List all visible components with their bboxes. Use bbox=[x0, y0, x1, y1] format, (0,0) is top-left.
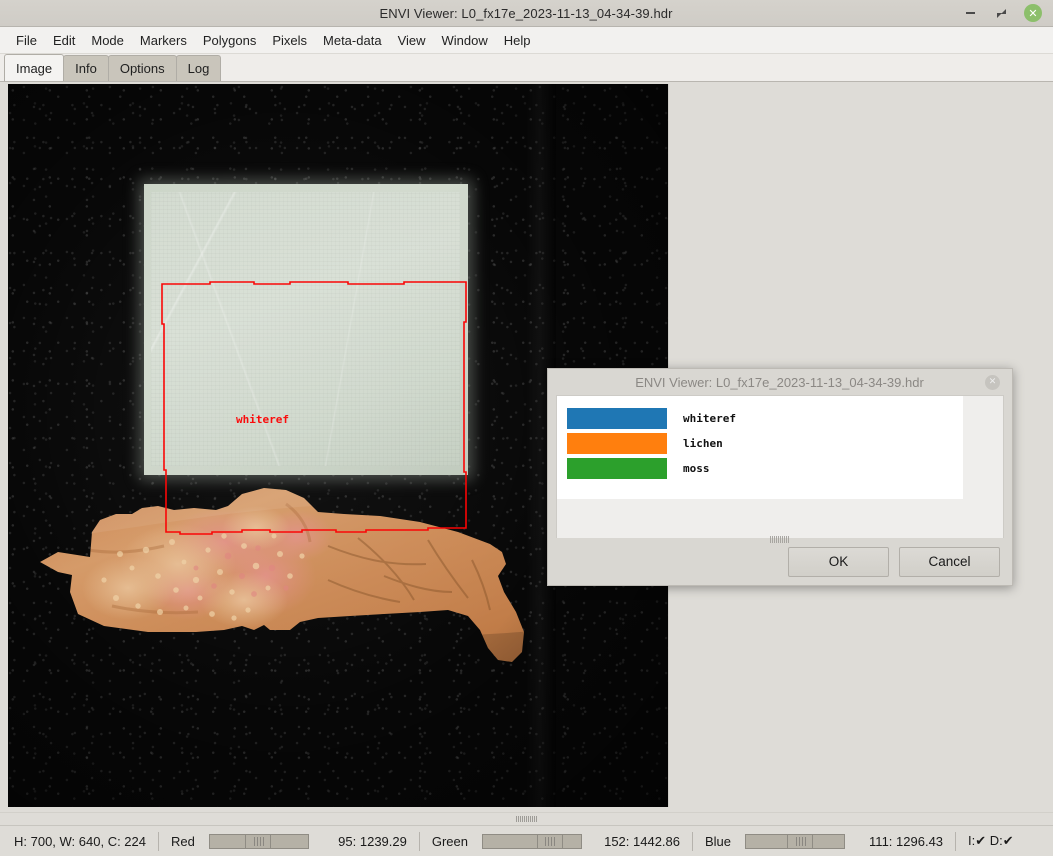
ok-button[interactable]: OK bbox=[788, 546, 889, 577]
window-titlebar: ENVI Viewer: L0_fx17e_2023-11-13_04-34-3… bbox=[0, 0, 1053, 27]
tab-log[interactable]: Log bbox=[175, 55, 222, 81]
green-channel-slider[interactable] bbox=[482, 833, 582, 849]
statusbar-divider bbox=[955, 831, 957, 851]
close-icon[interactable]: ✕ bbox=[1024, 4, 1042, 22]
statusbar-divider bbox=[418, 831, 420, 851]
menubar: File Edit Mode Markers Polygons Pixels M… bbox=[0, 27, 1053, 54]
legend-item-label: whiteref bbox=[683, 412, 736, 425]
legend-color-swatch bbox=[567, 408, 667, 429]
legend-item-moss[interactable]: moss bbox=[557, 456, 963, 481]
window-title: ENVI Viewer: L0_fx17e_2023-11-13_04-34-3… bbox=[379, 5, 673, 21]
slider-handle[interactable] bbox=[787, 833, 814, 849]
red-channel-value: 95: 1239.29 bbox=[338, 833, 407, 849]
dialog-body: whiteref lichen moss bbox=[556, 395, 1004, 543]
blue-channel-label: Blue bbox=[705, 833, 732, 849]
legend-item-whiteref[interactable]: whiteref bbox=[557, 406, 963, 431]
green-channel-label: Green bbox=[431, 833, 468, 849]
cancel-button[interactable]: Cancel bbox=[899, 546, 1000, 577]
dialog-close-icon[interactable]: ✕ bbox=[985, 374, 1000, 390]
red-channel-slider[interactable] bbox=[208, 833, 309, 849]
blue-channel-slider[interactable] bbox=[745, 833, 846, 849]
minimize-icon[interactable] bbox=[962, 5, 979, 22]
image-dimensions-label: H: 700, W: 640, C: 224 bbox=[14, 833, 146, 849]
legend-color-swatch bbox=[567, 433, 667, 454]
slider-handle[interactable] bbox=[245, 833, 272, 849]
statusbar: H: 700, W: 640, C: 224 Red 95: 1239.29 G… bbox=[0, 825, 1053, 856]
statusbar-divider bbox=[692, 831, 693, 851]
dialog-title: ENVI Viewer: L0_fx17e_2023-11-13_04-34-3… bbox=[635, 374, 924, 390]
menu-item-view[interactable]: View bbox=[390, 30, 434, 51]
dialog-titlebar: ENVI Viewer: L0_fx17e_2023-11-13_04-34-3… bbox=[548, 369, 1012, 395]
window-resize-grip[interactable] bbox=[0, 812, 1053, 825]
menu-item-markers[interactable]: Markers bbox=[132, 30, 195, 51]
menu-item-polygons[interactable]: Polygons bbox=[195, 30, 264, 51]
menu-item-mode[interactable]: Mode bbox=[83, 30, 132, 51]
blue-channel-value: 111: 1296.43 bbox=[869, 833, 944, 849]
menu-item-window[interactable]: Window bbox=[434, 30, 496, 51]
status-flags-label: I:✔ D:✔ bbox=[968, 833, 1014, 848]
class-legend-list[interactable]: whiteref lichen moss bbox=[557, 396, 963, 499]
legend-color-swatch bbox=[567, 458, 667, 479]
window-controls: ✕ bbox=[962, 4, 1053, 22]
maximize-icon[interactable] bbox=[993, 5, 1010, 22]
envi-viewer-window: ENVI Viewer: L0_fx17e_2023-11-13_04-34-3… bbox=[0, 0, 1053, 856]
slider-handle[interactable] bbox=[536, 833, 563, 849]
menu-item-meta-data[interactable]: Meta-data bbox=[315, 30, 390, 51]
dialog-button-row: OK Cancel bbox=[548, 538, 1012, 585]
tab-options[interactable]: Options bbox=[107, 55, 177, 81]
legend-item-label: lichen bbox=[683, 437, 723, 450]
class-selection-dialog: ENVI Viewer: L0_fx17e_2023-11-13_04-34-3… bbox=[547, 368, 1013, 586]
menu-item-pixels[interactable]: Pixels bbox=[264, 30, 315, 51]
menu-item-help[interactable]: Help bbox=[496, 30, 539, 51]
tab-info[interactable]: Info bbox=[63, 55, 109, 81]
menu-item-file[interactable]: File bbox=[8, 30, 45, 51]
legend-item-lichen[interactable]: lichen bbox=[557, 431, 963, 456]
dialog-resize-grip[interactable] bbox=[770, 536, 790, 543]
tab-image[interactable]: Image bbox=[4, 54, 65, 81]
legend-item-label: moss bbox=[683, 462, 710, 475]
grip-dots-icon bbox=[515, 816, 538, 822]
statusbar-divider bbox=[158, 831, 159, 851]
red-channel-label: Red bbox=[171, 833, 195, 849]
menu-item-edit[interactable]: Edit bbox=[45, 30, 83, 51]
green-channel-value: 152: 1442.86 bbox=[604, 833, 680, 849]
main-content: whiteref ENVI Viewer: L0_fx17e_2023-11-1… bbox=[0, 82, 1053, 812]
tabbar: Image Info Options Log bbox=[0, 54, 1053, 82]
